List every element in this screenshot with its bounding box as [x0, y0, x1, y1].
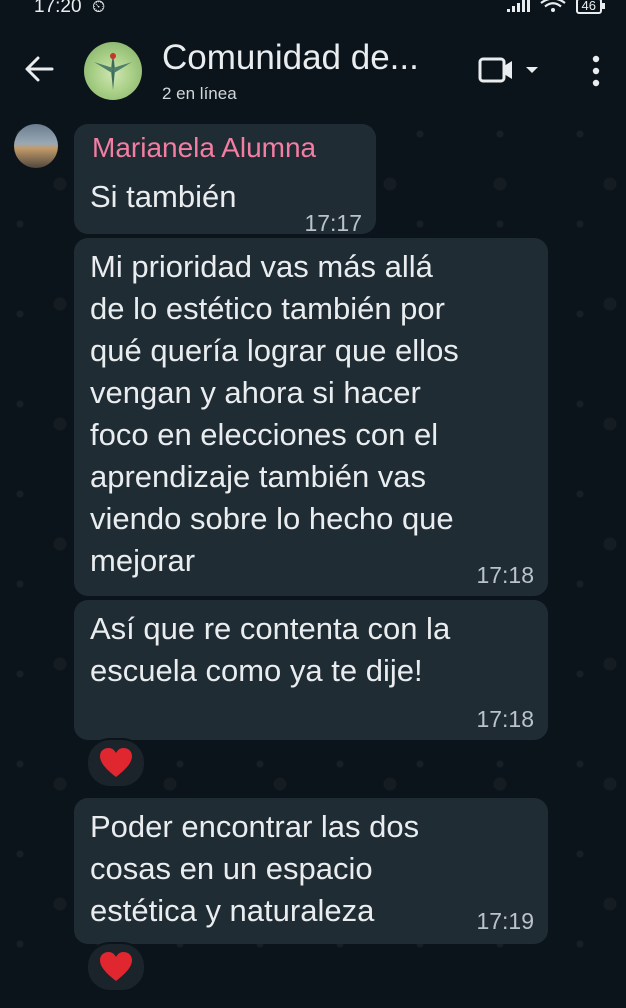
status-icons: 46	[506, 0, 606, 14]
chat-subtitle: 2 en línea	[162, 84, 237, 103]
sender-name[interactable]: Marianela Alumna	[92, 132, 316, 164]
signal-icon	[506, 0, 530, 12]
video-call-icon[interactable]	[478, 56, 544, 84]
reaction-badge[interactable]	[86, 738, 146, 788]
message-time: 17:18	[476, 706, 534, 732]
message-bubble[interactable]: Así que re contenta con la escuela como …	[74, 600, 548, 740]
status-bar: 17:20 ⏲ 46	[0, 0, 626, 18]
sender-avatar[interactable]	[14, 124, 58, 168]
reaction-badge[interactable]	[86, 942, 146, 992]
chat-area[interactable]: Marianela Alumna Si también 17:17 Mi pri…	[0, 114, 626, 1008]
back-arrow-icon[interactable]	[22, 52, 56, 86]
battery-icon: 46	[575, 0, 606, 14]
more-options-icon[interactable]	[588, 54, 604, 88]
message-bubble[interactable]: Poder encontrar las dos cosas en un espa…	[74, 798, 548, 944]
message-text: Si también	[90, 179, 237, 214]
wifi-icon	[539, 0, 566, 12]
message-text: Así que re contenta con la escuela como …	[90, 611, 451, 688]
chat-header: Comunidad de... 2 en línea	[0, 18, 626, 114]
message-text: Mi prioridad vas más allá de lo estético…	[90, 249, 459, 578]
heart-icon	[100, 952, 132, 981]
message-time: 17:18	[476, 562, 534, 588]
chat-title[interactable]: Comunidad de...	[162, 38, 419, 78]
hummingbird-icon	[94, 52, 132, 90]
group-avatar[interactable]	[84, 42, 142, 100]
message-bubble[interactable]: Marianela Alumna Si también 17:17	[74, 124, 376, 236]
alarm-icon: ⏲	[92, 0, 106, 16]
message-text: Poder encontrar las dos cosas en un espa…	[90, 809, 420, 928]
message-time: 17:17	[304, 210, 362, 236]
message-bubble[interactable]: Mi prioridad vas más allá de lo estético…	[74, 238, 548, 596]
status-time: 17:20	[34, 0, 82, 17]
heart-icon	[100, 748, 132, 777]
message-time: 17:19	[476, 908, 534, 934]
